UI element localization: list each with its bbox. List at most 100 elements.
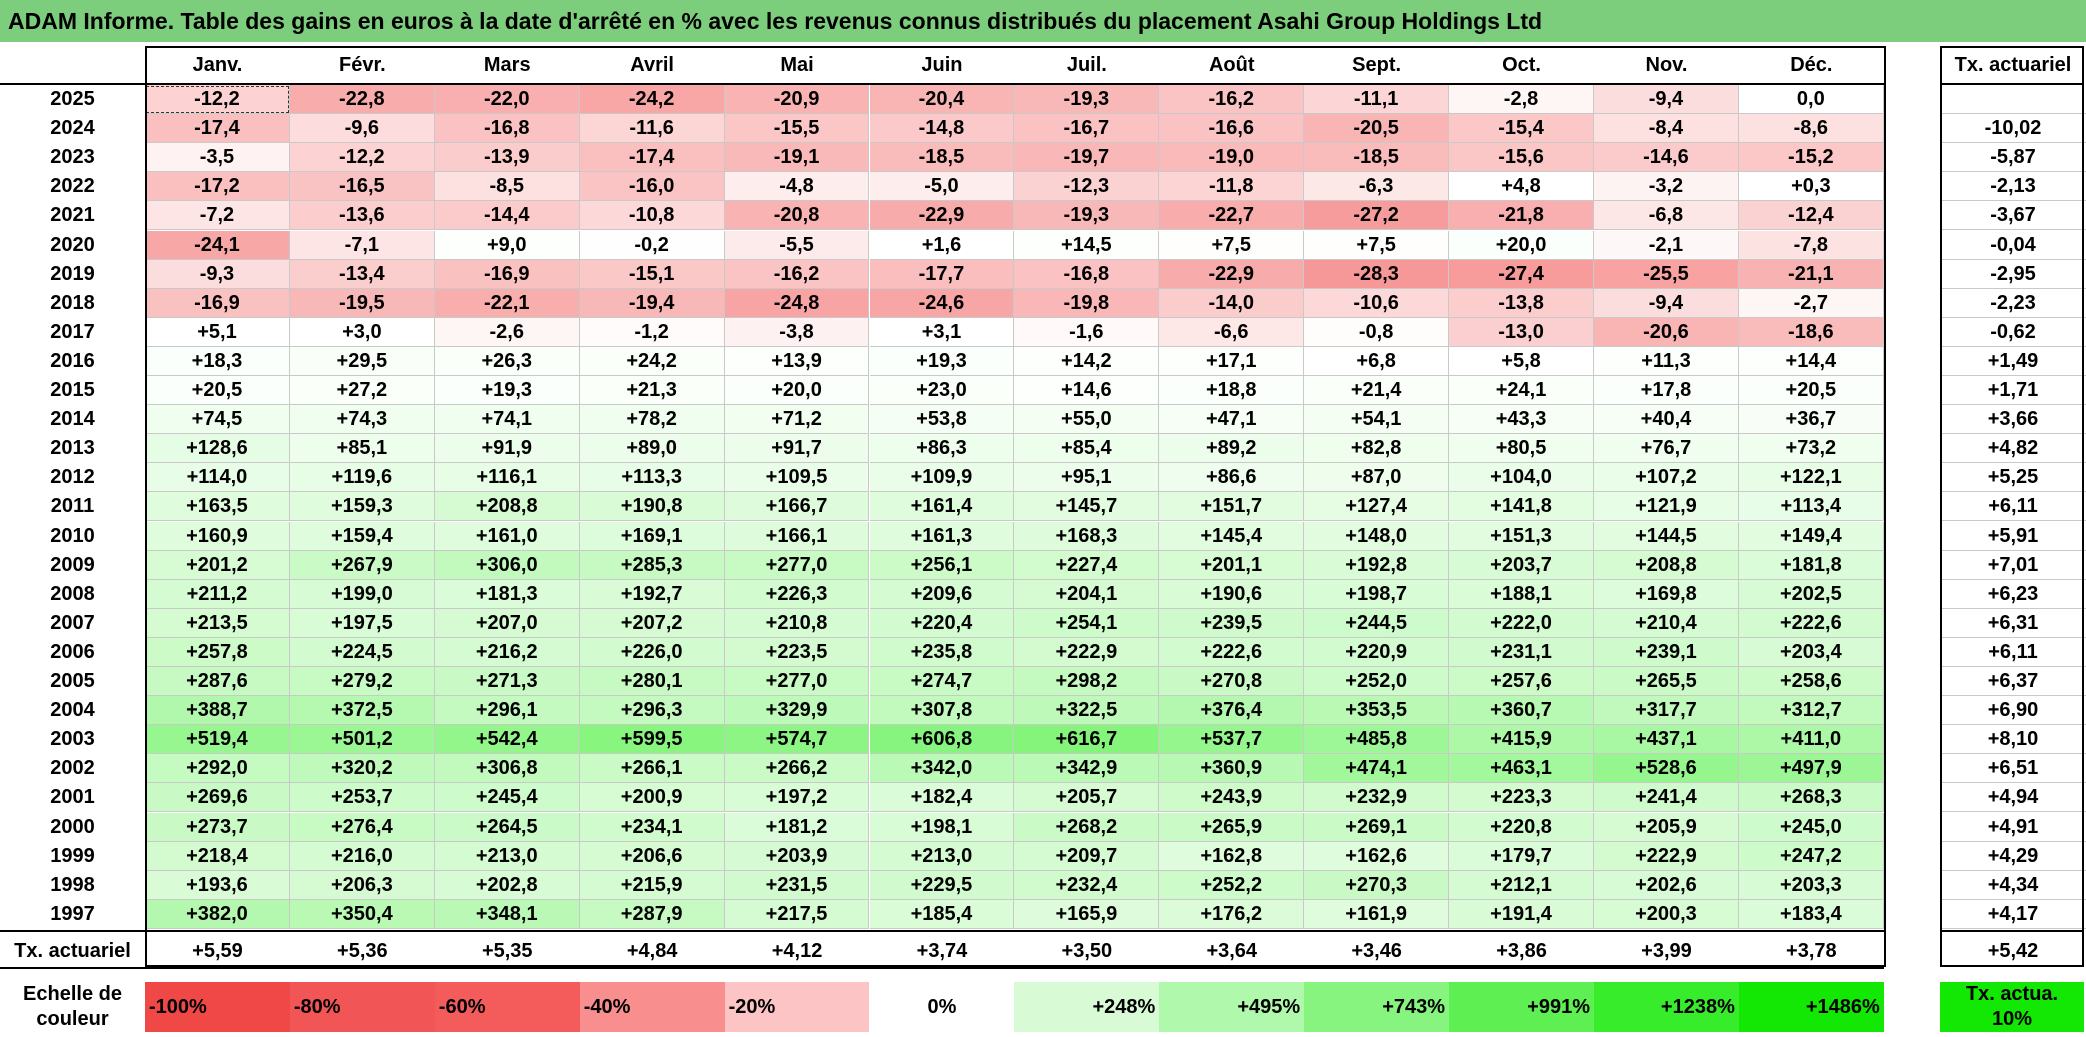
table-cell: +188,1 (1449, 579, 1594, 609)
table-cell: +342,0 (869, 754, 1015, 784)
table-cell: -24,8 (724, 288, 870, 318)
table-cell: +298,2 (1014, 667, 1160, 696)
year-label: 2022 (50, 175, 95, 198)
table-cell: -19,1 (724, 143, 870, 173)
tx-actuariel-cell: +4,91 (1940, 813, 2086, 842)
table-cell: -13,0 (1449, 317, 1594, 347)
table-cell: +24,2 (579, 346, 725, 376)
table-cell: +203,7 (1449, 550, 1594, 580)
table-cell: +145,7 (1014, 492, 1160, 522)
footer-value: +4,12 (771, 939, 823, 962)
table-cell: -16,5 (289, 172, 435, 202)
tx-actuariel-cell: -2,13 (1940, 172, 2086, 202)
table-cell: +322,5 (1014, 696, 1160, 726)
table-cell: +542,4 (434, 725, 580, 755)
year-label: 2001 (50, 786, 95, 809)
table-cell: -11,8 (1159, 172, 1305, 202)
table-cell: +353,5 (1304, 696, 1450, 726)
year-label: 2017 (50, 320, 95, 343)
table-cell: +207,2 (579, 608, 725, 638)
table-cell: +183,4 (1738, 899, 1884, 929)
table-cell: -3,5 (145, 143, 290, 173)
table-cell: +268,3 (1738, 783, 1884, 813)
table-cell: +222,9 (1014, 637, 1160, 667)
tx-actuariel-cell: +5,91 (1940, 522, 2086, 551)
table-cell: +268,2 (1014, 812, 1160, 842)
table-cell: -18,5 (1304, 143, 1450, 173)
tx-footer-rule (1940, 929, 2084, 932)
table-cell: +257,8 (145, 637, 290, 667)
table-cell: +213,0 (869, 841, 1015, 871)
tx-header-rule (1940, 83, 2084, 85)
table-cell: +18,8 (1159, 376, 1305, 405)
table-cell: -19,5 (289, 288, 435, 318)
column-header: Déc. (1790, 54, 1833, 76)
table-cell: +222,0 (1449, 608, 1594, 638)
table-cell: +5,8 (1449, 346, 1594, 376)
footer-value: +3,86 (1496, 939, 1547, 962)
header-rule (0, 83, 1884, 85)
year-label: 2008 (50, 582, 95, 605)
table-cell: +388,7 (145, 696, 290, 726)
table-cell: +266,2 (724, 754, 870, 784)
table-cell: -19,3 (1014, 201, 1160, 231)
table-cell: -17,2 (145, 172, 290, 202)
tx-actuariel-cell: +8,10 (1940, 725, 2086, 755)
table-cell: +306,8 (434, 754, 580, 784)
table-cell: +0,3 (1738, 172, 1884, 202)
table-cell: -16,2 (1159, 85, 1305, 114)
table-cell: +220,8 (1449, 812, 1594, 842)
table-cell: -3,2 (1594, 172, 1739, 202)
table-cell: -3,8 (724, 317, 870, 347)
page-title: ADAM Informe. Table des gains en euros à… (0, 0, 2086, 42)
year-label: 2015 (50, 379, 95, 401)
table-cell: -1,6 (1014, 317, 1160, 347)
table-cell: +501,2 (289, 725, 435, 755)
table-cell: +212,1 (1449, 870, 1594, 900)
table-cell: +287,9 (579, 899, 725, 929)
table-cell: +239,5 (1159, 608, 1305, 638)
year-label: 2020 (50, 233, 95, 256)
table-cell: +273,7 (145, 812, 290, 842)
table-cell: -21,1 (1738, 259, 1884, 289)
table-cell: +224,5 (289, 637, 435, 667)
table-cell: +7,5 (1304, 230, 1450, 260)
table-cell: +20,5 (145, 376, 290, 405)
footer-value: +5,36 (337, 939, 388, 962)
table-cell: -8,6 (1738, 114, 1884, 144)
table-cell: -9,4 (1594, 288, 1739, 318)
table-cell: +241,4 (1594, 783, 1739, 813)
table-cell: +198,1 (869, 812, 1015, 842)
table-cell: -16,2 (724, 259, 870, 289)
column-header: Nov. (1645, 54, 1688, 76)
table-cell: -13,6 (289, 201, 435, 231)
table-cell: +270,8 (1159, 667, 1305, 696)
table-cell: -19,4 (579, 288, 725, 318)
table-cell: +149,4 (1738, 521, 1884, 551)
table-cell: +162,8 (1159, 841, 1305, 871)
table-cell: +85,1 (289, 434, 435, 464)
table-cell: +6,8 (1304, 346, 1450, 376)
table-cell: +257,6 (1449, 667, 1594, 696)
table-cell: -14,6 (1594, 143, 1739, 173)
table-cell: +264,5 (434, 812, 580, 842)
table-cell: -19,3 (1014, 85, 1160, 114)
table-cell: +463,1 (1449, 754, 1594, 784)
tx-actuariel-cell: +6,31 (1940, 609, 2086, 638)
table-cell: -6,6 (1159, 317, 1305, 347)
table-cell: +202,5 (1738, 579, 1884, 609)
year-label: 2019 (50, 262, 95, 285)
table-cell: -6,8 (1594, 201, 1739, 231)
table-cell: +254,1 (1014, 608, 1160, 638)
table-cell: +165,9 (1014, 899, 1160, 929)
tx-actuariel-cell: +6,11 (1940, 638, 2086, 667)
footer-value: +3,74 (916, 939, 968, 962)
table-cell: +161,3 (869, 521, 1015, 551)
table-cell: +191,4 (1449, 899, 1594, 929)
table-cell: +86,3 (869, 434, 1015, 464)
tx-actuariel-cell: +3,66 (1940, 405, 2086, 435)
table-cell: +78,2 (579, 405, 725, 435)
table-cell: +216,0 (289, 841, 435, 871)
table-cell: -15,6 (1449, 143, 1594, 173)
table-cell: +411,0 (1738, 725, 1884, 755)
